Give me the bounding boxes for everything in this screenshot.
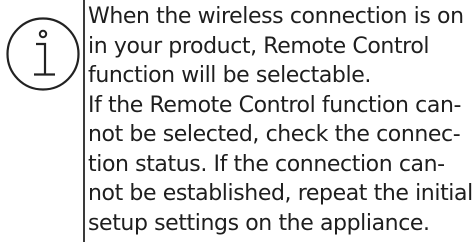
info-notice: When the wireless connection is on in yo… <box>0 0 472 242</box>
notice-text: When the wireless connection is on in yo… <box>88 2 472 238</box>
notice-line: If the Remote Control function can- <box>88 92 462 118</box>
notice-line: not be selected, check the connec- <box>88 122 461 147</box>
notice-line: tion status. If the connection can- <box>88 151 445 177</box>
notice-line: function will be selectable. <box>88 63 371 88</box>
vertical-divider <box>83 0 85 242</box>
notice-line: in your product, Remote Control <box>88 33 430 59</box>
notice-line: not be established, repeat the initial <box>88 181 472 206</box>
notice-line: When the wireless connection is on <box>88 4 464 29</box>
info-icon <box>5 16 81 92</box>
notice-line: setup settings on the appliance. <box>88 210 430 236</box>
